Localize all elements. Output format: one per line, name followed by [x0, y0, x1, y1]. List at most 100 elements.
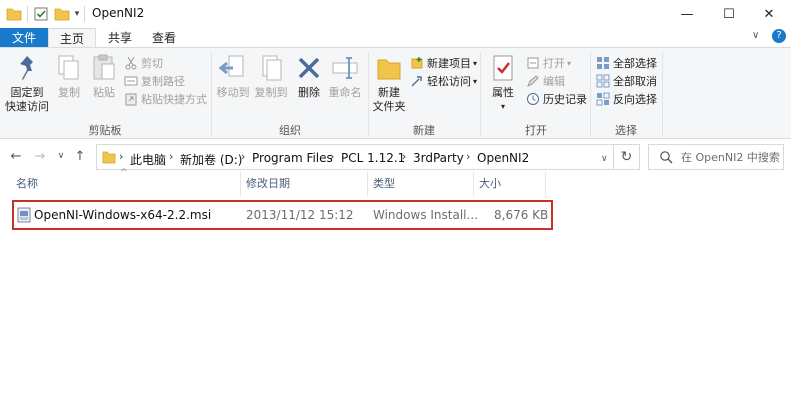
- easy-access-button[interactable]: 轻松访问 ▾: [410, 72, 477, 90]
- edit-button[interactable]: 编辑: [526, 72, 565, 90]
- group-label-select: 选择: [615, 124, 637, 137]
- back-arrow-icon[interactable]: ←: [8, 148, 24, 164]
- forward-arrow-icon[interactable]: →: [32, 148, 48, 164]
- pin-label-line1: 固定到: [10, 86, 44, 99]
- tab-view[interactable]: 查看: [142, 28, 186, 48]
- paste-shortcut-label: 粘贴快捷方式: [141, 93, 207, 106]
- column-header-type[interactable]: 类型: [367, 172, 473, 196]
- select-all-icon: [597, 57, 609, 69]
- pin-icon: [20, 56, 33, 80]
- properties-check-icon[interactable]: [33, 6, 49, 22]
- paste-shortcut-button[interactable]: 粘贴快捷方式: [124, 90, 207, 108]
- copy-path-button[interactable]: 复制路径: [124, 72, 185, 90]
- open-label: 打开: [543, 57, 565, 70]
- group-label-new: 新建: [413, 124, 435, 137]
- new-folder-icon: [377, 59, 401, 80]
- chevron-down-icon: ▾: [473, 58, 478, 68]
- group-divider: [590, 52, 591, 136]
- divider: [27, 6, 28, 22]
- breadcrumb-program-files[interactable]: Program Files: [252, 151, 333, 165]
- select-none-button[interactable]: 全部取消: [596, 72, 657, 90]
- select-all-button[interactable]: 全部选择: [596, 54, 657, 72]
- breadcrumb-separator-icon[interactable]: ›: [466, 150, 470, 163]
- easy-access-icon: [411, 76, 422, 87]
- customize-toolbar-chevron-icon[interactable]: ▾: [72, 6, 82, 22]
- close-button[interactable]: ✕: [746, 0, 791, 28]
- search-input[interactable]: [681, 149, 781, 165]
- easy-access-label: 轻松访问: [427, 75, 471, 88]
- breadcrumb-separator-icon[interactable]: ›: [330, 150, 334, 163]
- open-button[interactable]: 打开 ▾: [526, 54, 571, 72]
- move-to-icon: [218, 55, 244, 77]
- new-item-label: 新建项目: [427, 57, 471, 70]
- column-divider[interactable]: [545, 172, 546, 196]
- address-history-chevron-icon[interactable]: ∨: [601, 154, 608, 164]
- breadcrumb-drive-d[interactable]: 新加卷 (D:): [180, 151, 242, 168]
- chevron-down-icon: ▾: [473, 76, 478, 86]
- breadcrumb-3rdparty[interactable]: 3rdParty: [413, 151, 464, 165]
- delete-x-icon: [298, 57, 320, 79]
- breadcrumb-pcl[interactable]: PCL 1.12.1: [341, 151, 405, 165]
- breadcrumb-separator-icon[interactable]: ›: [119, 150, 123, 163]
- navigation-bar: ← → ∨ ↑ › 此电脑 › 新加卷 (D:) › Program Files…: [0, 142, 791, 170]
- new-folder-button[interactable]: 新建 文件夹: [370, 52, 408, 114]
- collapse-ribbon-chevron-icon[interactable]: ∨: [752, 30, 759, 41]
- folder-icon: [102, 151, 116, 164]
- tab-share[interactable]: 共享: [98, 28, 142, 48]
- help-icon[interactable]: ?: [772, 29, 786, 43]
- group-label-open: 打开: [525, 124, 547, 137]
- pin-label-line2: 快速访问: [5, 100, 49, 113]
- breadcrumb-separator-icon[interactable]: ›: [241, 150, 245, 163]
- window-title: OpenNI2: [92, 6, 145, 20]
- new-folder-icon[interactable]: [54, 6, 70, 22]
- file-date: 2013/11/12 15:12: [246, 208, 354, 222]
- column-header-name[interactable]: 名称: [10, 172, 240, 196]
- cut-button[interactable]: 剪切: [124, 54, 163, 72]
- edit-label: 编辑: [543, 75, 565, 88]
- search-box[interactable]: [648, 144, 784, 170]
- group-label-clipboard: 剪贴板: [88, 124, 122, 137]
- paste-label: 粘贴: [93, 86, 115, 99]
- copy-to-button[interactable]: 复制到: [252, 52, 290, 100]
- address-bar[interactable]: › 此电脑 › 新加卷 (D:) › Program Files › PCL 1…: [96, 144, 614, 170]
- copy-label: 复制: [58, 86, 80, 99]
- copy-path-label: 复制路径: [141, 75, 185, 88]
- file-type: Windows Install...: [373, 208, 478, 222]
- refresh-icon[interactable]: ↻: [614, 144, 640, 170]
- folder-icon: [6, 6, 22, 22]
- breadcrumb-this-pc[interactable]: 此电脑: [130, 151, 166, 168]
- history-label: 历史记录: [543, 93, 587, 106]
- paste-button[interactable]: 粘贴: [88, 52, 120, 100]
- recent-locations-chevron-icon[interactable]: ∨: [56, 148, 66, 164]
- paste-icon: [93, 54, 115, 80]
- ribbon: 固定到 快速访问 复制 粘贴 剪切 复制路径 粘贴快捷方式 剪贴板 移动到 复制…: [0, 47, 791, 139]
- breadcrumb-openni2[interactable]: OpenNI2: [477, 151, 529, 165]
- group-divider: [368, 52, 369, 136]
- move-to-button[interactable]: 移动到: [214, 52, 252, 100]
- tab-file[interactable]: 文件: [0, 28, 48, 48]
- msi-installer-icon: [17, 207, 31, 223]
- copy-button[interactable]: 复制: [52, 52, 86, 100]
- rename-label: 重命名: [328, 86, 362, 99]
- copy-icon: [58, 55, 79, 80]
- up-arrow-icon[interactable]: ↑: [72, 148, 88, 164]
- column-header-size[interactable]: 大小: [473, 172, 545, 196]
- rename-button[interactable]: 重命名: [326, 52, 364, 100]
- properties-button[interactable]: 属性 ▾: [484, 52, 522, 114]
- file-row[interactable]: OpenNI-Windows-x64-2.2.msi 2013/11/12 15…: [12, 200, 553, 230]
- tab-home[interactable]: 主页: [48, 28, 96, 48]
- delete-button[interactable]: 删除: [292, 52, 326, 100]
- edit-icon: [527, 75, 539, 88]
- breadcrumb-separator-icon[interactable]: ›: [169, 150, 173, 163]
- group-label-organize: 组织: [279, 124, 301, 137]
- group-divider: [480, 52, 481, 136]
- column-header-date[interactable]: 修改日期: [240, 172, 367, 196]
- pin-quick-access-button[interactable]: 固定到 快速访问: [4, 52, 50, 114]
- new-item-icon: [411, 57, 423, 69]
- minimize-button[interactable]: —: [664, 0, 710, 28]
- invert-selection-button[interactable]: 反向选择: [596, 90, 657, 108]
- group-divider: [662, 52, 663, 136]
- history-button[interactable]: 历史记录: [526, 90, 587, 108]
- breadcrumb-separator-icon[interactable]: ›: [402, 150, 406, 163]
- new-item-button[interactable]: 新建项目 ▾: [410, 54, 477, 72]
